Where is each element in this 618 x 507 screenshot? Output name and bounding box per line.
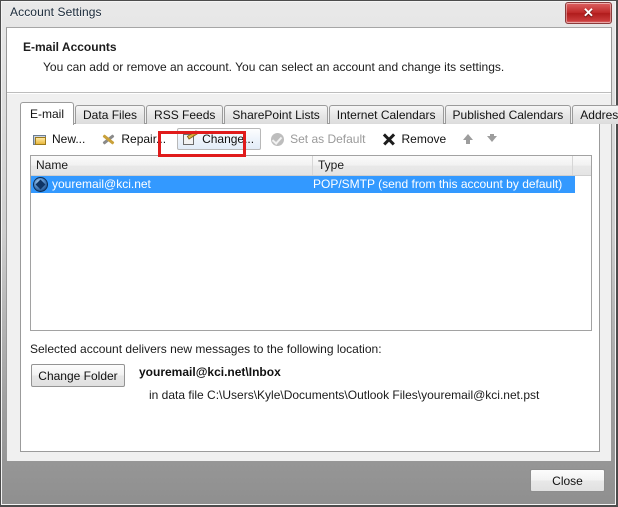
account-name-text: youremail@kci.net — [52, 177, 151, 191]
table-row[interactable]: youremail@kci.net POP/SMTP (send from th… — [31, 176, 575, 193]
repair-tools-icon — [101, 131, 117, 147]
tab-list: E-mail Data Files RSS Feeds SharePoint L… — [20, 102, 618, 125]
tab-published-calendars[interactable]: Published Calendars — [444, 105, 572, 124]
email-tab-panel: New... Repair... Change... Set as Defaul… — [20, 123, 600, 452]
column-header-type[interactable]: Type — [313, 156, 573, 175]
dialog-footer: Close — [6, 460, 612, 501]
new-account-label: New... — [52, 132, 86, 146]
change-account-button[interactable]: Change... — [177, 128, 262, 150]
tab-internet-calendars[interactable]: Internet Calendars — [328, 105, 444, 124]
tab-email[interactable]: E-mail — [20, 102, 75, 125]
remove-account-label: Remove — [401, 132, 447, 146]
page-title: E-mail Accounts — [23, 40, 117, 54]
change-settings-icon — [182, 130, 199, 147]
new-account-button[interactable]: New... — [27, 128, 92, 150]
tab-data-files[interactable]: Data Files — [75, 105, 146, 124]
tab-strip: E-mail Data Files RSS Feeds SharePoint L… — [7, 94, 618, 461]
delivery-location-label: Selected account delivers new messages t… — [30, 342, 382, 356]
accounts-list-header: Name Type — [31, 156, 591, 176]
delivery-data-file: in data file C:\Users\Kyle\Documents\Out… — [149, 388, 540, 402]
change-account-label: Change... — [202, 132, 255, 146]
move-down-arrow-icon[interactable] — [481, 128, 503, 150]
tab-address-books[interactable]: Address Books — [572, 105, 618, 124]
account-settings-dialog: Account Settings ✕ E-mail Accounts You c… — [0, 0, 618, 507]
title-bar: Account Settings ✕ — [1, 1, 616, 27]
dialog-client-area: E-mail Accounts You can add or remove an… — [6, 27, 618, 461]
page-subtitle: You can add or remove an account. You ca… — [43, 60, 505, 74]
set-as-default-button: Set as Default — [265, 128, 372, 150]
repair-account-label: Repair... — [121, 132, 167, 146]
account-type-cell: POP/SMTP (send from this account by defa… — [313, 177, 563, 191]
tab-rss-feeds[interactable]: RSS Feeds — [146, 105, 224, 124]
remove-account-button[interactable]: Remove — [376, 128, 453, 150]
column-header-name[interactable]: Name — [31, 156, 313, 175]
change-folder-button[interactable]: Change Folder — [31, 364, 125, 387]
default-account-icon — [33, 177, 48, 192]
set-as-default-label: Set as Default — [290, 132, 366, 146]
header-band: E-mail Accounts You can add or remove an… — [7, 28, 611, 93]
new-mail-icon — [32, 131, 48, 147]
delivery-folder-path: youremail@kci.net\Inbox — [139, 365, 281, 379]
close-dialog-button[interactable]: Close — [530, 469, 605, 492]
move-up-arrow-icon[interactable] — [457, 128, 479, 150]
check-circle-icon — [270, 131, 286, 147]
account-settings-screen: Account Settings ✕ E-mail Accounts You c… — [0, 0, 618, 507]
accounts-toolbar: New... Repair... Change... Set as Defaul… — [21, 124, 599, 154]
tab-sharepoint-lists[interactable]: SharePoint Lists — [224, 105, 328, 124]
window-close-button[interactable]: ✕ — [565, 2, 612, 24]
account-name-cell: youremail@kci.net — [31, 176, 313, 193]
window-title: Account Settings — [10, 5, 102, 19]
x-mark-icon — [381, 131, 397, 147]
accounts-list[interactable]: Name Type youremail@kci.net POP/SMTP (se… — [30, 155, 592, 331]
repair-account-button[interactable]: Repair... — [96, 128, 173, 150]
close-icon: ✕ — [583, 5, 594, 20]
column-header-filler — [573, 156, 591, 175]
